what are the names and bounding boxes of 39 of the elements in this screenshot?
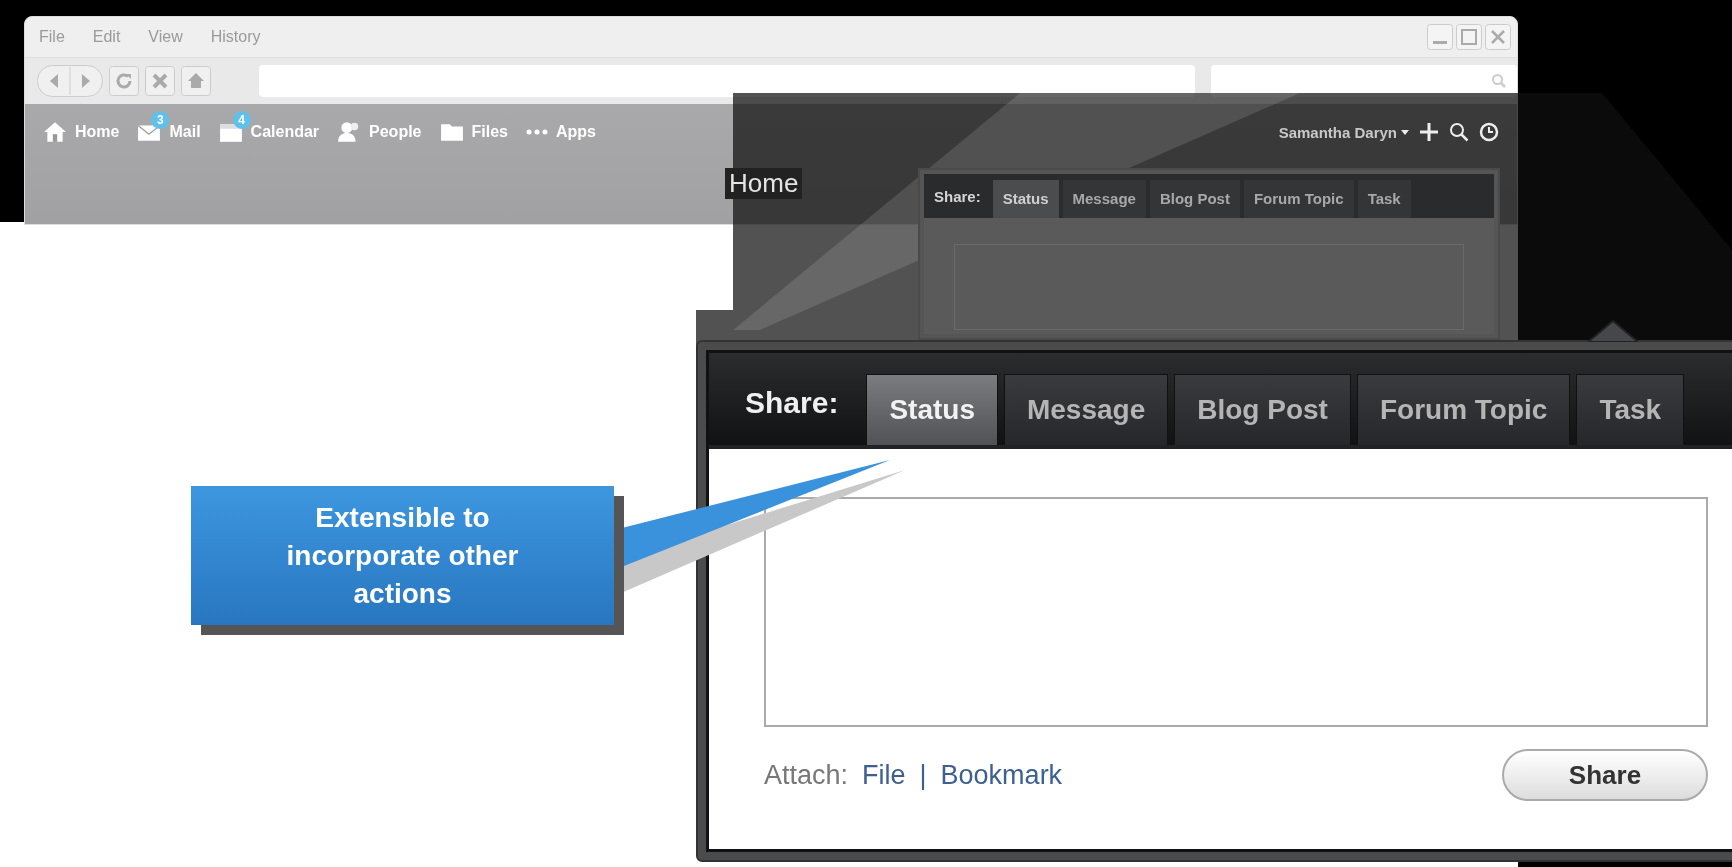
folder-icon [439,121,464,143]
share-tab[interactable]: Forum Topic [1243,180,1354,218]
attach-label: Attach: [764,759,849,791]
share-tab[interactable]: Blog Post [1174,374,1351,445]
house-icon [43,121,67,143]
plus-icon[interactable] [1419,122,1439,142]
user-menu[interactable]: Samantha Daryn [1278,123,1397,141]
caret-icon [1401,129,1409,135]
reload-icon[interactable] [108,66,139,96]
share-label: Share: [934,187,981,205]
count-badge: 4 [232,111,251,129]
share-tab[interactable]: Task [1576,374,1685,445]
maximize-icon[interactable] [1456,24,1482,50]
home-icon[interactable] [180,66,211,96]
search-icon [1491,73,1507,89]
share-button[interactable]: Share [1502,749,1708,801]
share-tab[interactable]: Forum Topic [1356,374,1571,445]
close-icon[interactable] [1485,24,1511,50]
status-input[interactable] [764,497,1708,727]
stop-icon[interactable] [144,66,175,96]
attach-link[interactable]: File [862,759,906,791]
minimize-icon[interactable] [1427,24,1453,50]
count-badge: 3 [151,111,170,129]
share-tab[interactable]: Blog Post [1149,180,1240,218]
share-tab[interactable]: Task [1357,180,1411,218]
share-tab[interactable]: Status [992,180,1059,218]
callout-text: Extensible to incorporate other actions [285,500,520,611]
share-tab[interactable]: Message [1062,180,1146,218]
search-icon[interactable] [1449,122,1469,142]
dots-icon [526,129,548,135]
back-forward-icon[interactable] [37,65,103,97]
share-tab[interactable]: Status [866,374,998,445]
page-title: Home [725,168,803,199]
address-field[interactable] [258,65,1196,97]
separator: | [919,759,927,791]
share-tab[interactable]: Message [1003,374,1169,445]
clock-icon[interactable] [1479,122,1499,142]
share-label: Share: [745,386,839,420]
attach-link[interactable]: Bookmark [940,759,1063,791]
